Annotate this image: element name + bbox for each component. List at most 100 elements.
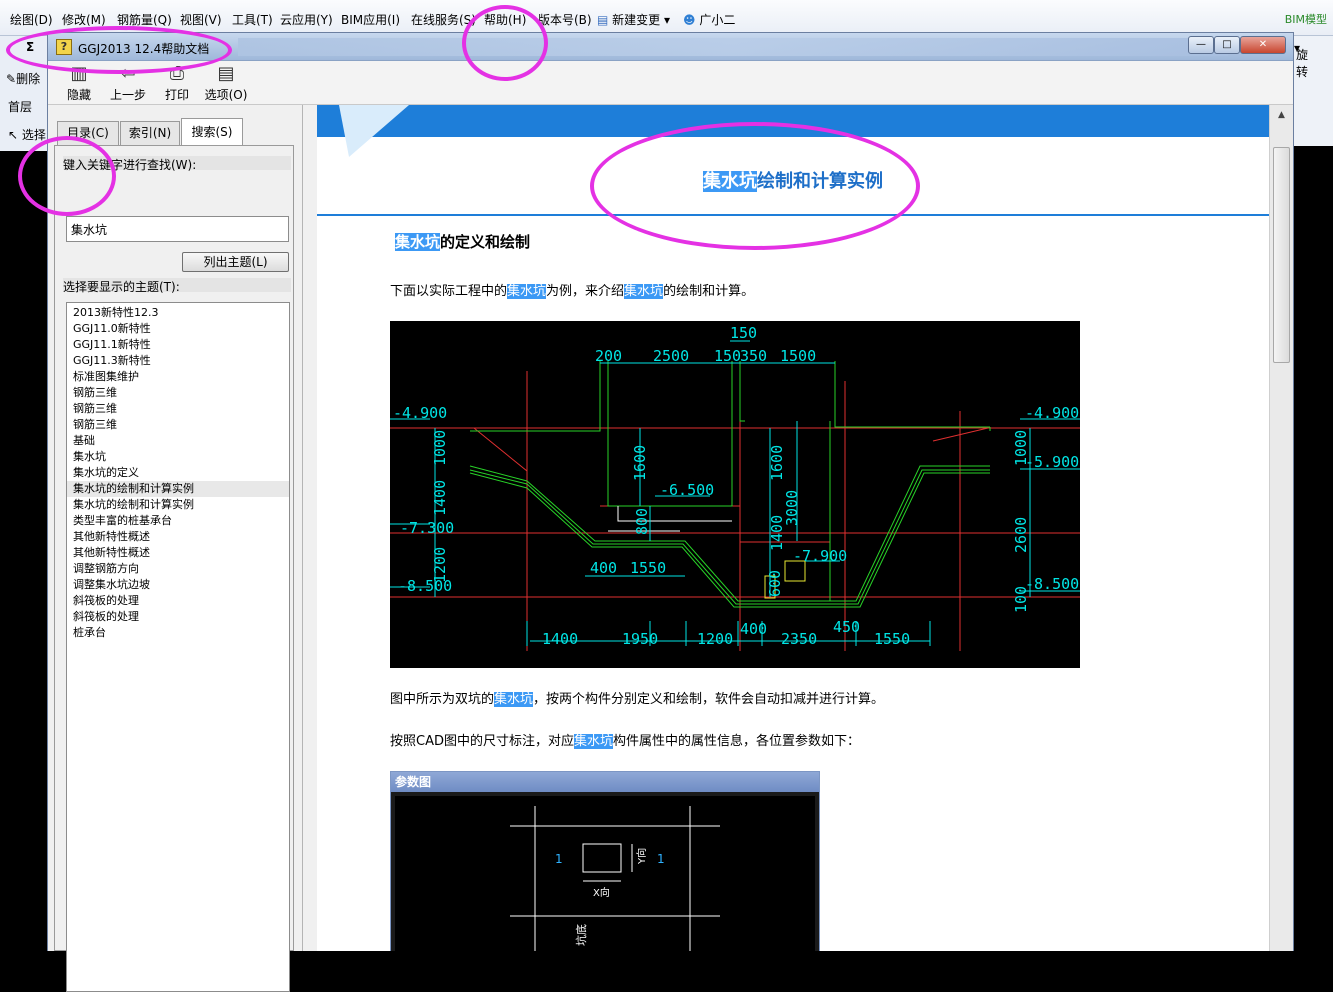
topics-label: 选择要显示的主题(T): <box>63 278 291 294</box>
close-button[interactable]: ✕ <box>1240 36 1286 54</box>
topic-list-item[interactable]: 标准图集维护 <box>67 369 289 385</box>
select-button[interactable]: ↖ 选择 <box>8 126 46 143</box>
floor-selector[interactable]: 首层 <box>8 98 32 115</box>
svg-text:350: 350 <box>740 347 767 365</box>
topic-list-item[interactable]: 斜筏板的处理 <box>67 609 289 625</box>
svg-text:2350: 2350 <box>781 630 817 648</box>
svg-text:1400: 1400 <box>768 515 786 551</box>
topic-list-item[interactable]: 钢筋三维 <box>67 401 289 417</box>
menu-tools[interactable]: 工具(T) <box>232 11 273 28</box>
menu-view[interactable]: 视图(V) <box>180 11 222 28</box>
svg-text:1400: 1400 <box>431 480 449 516</box>
svg-text:1200: 1200 <box>431 547 449 583</box>
topic-list-item[interactable]: 其他新特性概述 <box>67 529 289 545</box>
svg-text:2600: 2600 <box>1012 517 1030 553</box>
svg-text:-4.900: -4.900 <box>393 404 447 422</box>
topic-list-item[interactable]: 集水坑 <box>67 449 289 465</box>
svg-text:1000: 1000 <box>431 430 449 466</box>
paragraph-intro: 下面以实际工程中的集水坑为例，来介绍集水坑的绘制和计算。 <box>390 284 755 299</box>
topic-list-item[interactable]: 钢筋三维 <box>67 385 289 401</box>
menu-draw[interactable]: 绘图(D) <box>10 11 53 28</box>
list-topics-button[interactable]: 列出主题(L) <box>182 252 289 272</box>
topic-list-item[interactable]: 集水坑的绘制和计算实例 <box>67 481 289 497</box>
svg-text:1550: 1550 <box>630 559 666 577</box>
scroll-up-icon[interactable]: ▲ <box>1273 107 1290 123</box>
svg-text:800: 800 <box>633 508 651 535</box>
app-right-toolbar: 旋转 ▾ <box>1292 36 1333 146</box>
bim-model-label: BIM模型 <box>1284 13 1327 26</box>
pane-splitter[interactable] <box>303 105 317 951</box>
svg-text:200: 200 <box>595 347 622 365</box>
topic-list-item[interactable]: GGJ11.1新特性 <box>67 337 289 353</box>
svg-text:1500: 1500 <box>780 347 816 365</box>
menu-cloud[interactable]: 云应用(Y) <box>280 11 333 28</box>
menu-version[interactable]: 版本号(B) <box>538 11 592 28</box>
delete-button[interactable]: ✎删除 <box>6 70 40 87</box>
pit-bottom-label: 坑底 <box>574 924 588 946</box>
blurred-taskbar-strip <box>238 38 1228 56</box>
paragraph-double-pit: 图中所示为双坑的集水坑，按两个构件分别定义和绘制，软件会自动扣减并进行计算。 <box>390 692 885 707</box>
search-tab-panel: 键入关键字进行查找(W): 列出主题(L) 选择要显示的主题(T): 2013新… <box>54 145 294 992</box>
topic-list-item[interactable]: GGJ11.3新特性 <box>67 353 289 369</box>
guangxiaoer-button[interactable]: ☻ 广小二 <box>683 11 735 28</box>
options-button[interactable]: ▤ 选项(O) <box>204 64 248 103</box>
topic-list-item[interactable]: GGJ11.0新特性 <box>67 321 289 337</box>
topic-list-item[interactable]: 钢筋三维 <box>67 417 289 433</box>
window-titlebar[interactable]: ? GGJ2013 12.4帮助文档 — □ ✕ <box>48 33 1293 61</box>
svg-text:150: 150 <box>714 347 741 365</box>
help-toolbar: ▥ 隐藏 ⇦ 上一步 ⎙ 打印 ▤ 选项(O) <box>48 61 1293 105</box>
vertical-scrollbar[interactable]: ▲ <box>1269 105 1293 951</box>
assistant-icon: ☻ <box>683 13 696 27</box>
topic-list-item[interactable]: 桩承台 <box>67 625 289 641</box>
svg-text:600: 600 <box>766 570 784 597</box>
svg-text:-7.900: -7.900 <box>793 547 847 565</box>
options-icon: ▤ <box>217 63 235 84</box>
minimize-button[interactable]: — <box>1188 36 1214 54</box>
svg-text:2500: 2500 <box>653 347 689 365</box>
annotation-circle <box>590 122 920 250</box>
new-change-button[interactable]: ▤ 新建变更 ▾ <box>597 11 670 28</box>
topic-list-item[interactable]: 2013新特性12.3 <box>67 305 289 321</box>
svg-text:450: 450 <box>833 618 860 636</box>
maximize-button[interactable]: □ <box>1214 36 1240 54</box>
svg-text:-5.900: -5.900 <box>1025 453 1079 471</box>
parameter-figure-title: 参数图 <box>391 772 819 792</box>
app-menu-bar: 绘图(D) 修改(M) 钢筋量(Q) 视图(V) 工具(T) 云应用(Y) BI… <box>0 0 1333 36</box>
svg-text:1400: 1400 <box>542 630 578 648</box>
parameter-figure: 参数图 1 1 Y向 X向 坑底 <box>390 771 820 951</box>
svg-text:-8.500: -8.500 <box>1025 575 1079 593</box>
rotate-button[interactable]: 旋转 ▾ <box>1294 41 1308 79</box>
svg-text:1200: 1200 <box>697 630 733 648</box>
y-direction-label: Y向 <box>635 848 648 865</box>
topic-list-item[interactable]: 集水坑的定义 <box>67 465 289 481</box>
svg-text:1600: 1600 <box>768 445 786 481</box>
svg-text:1550: 1550 <box>874 630 910 648</box>
svg-text:1950: 1950 <box>622 630 658 648</box>
topic-list-item[interactable]: 基础 <box>67 433 289 449</box>
topic-list-item[interactable]: 调整钢筋方向 <box>67 561 289 577</box>
navigation-pane: 目录(C) 索引(N) 搜索(S) 键入关键字进行查找(W): 列出主题(L) … <box>48 105 303 992</box>
paragraph-params: 按照CAD图中的尺寸标注，对应集水坑构件属性中的属性信息，各位置参数如下： <box>390 734 861 749</box>
keyword-input[interactable] <box>66 216 289 242</box>
svg-text:150: 150 <box>730 324 757 342</box>
tab-search[interactable]: 搜索(S) <box>181 118 243 146</box>
svg-text:1600: 1600 <box>631 445 649 481</box>
tab-index[interactable]: 索引(N) <box>120 121 180 145</box>
topic-list-item[interactable]: 其他新特性概述 <box>67 545 289 561</box>
svg-text:100: 100 <box>1012 586 1030 613</box>
topic-list-item[interactable]: 类型丰富的桩基承台 <box>67 513 289 529</box>
x-direction-label: X向 <box>593 886 610 899</box>
scroll-thumb[interactable] <box>1273 147 1290 363</box>
topic-list-item[interactable]: 集水坑的绘制和计算实例 <box>67 497 289 513</box>
svg-text:400: 400 <box>590 559 617 577</box>
topic-list-item[interactable]: 调整集水坑边坡 <box>67 577 289 593</box>
cad-drawing: 150 200 2500 150 350 1500 1400 1950 1200… <box>390 321 1080 668</box>
svg-text:-4.900: -4.900 <box>1025 404 1079 422</box>
topic-list-item[interactable]: 斜筏板的处理 <box>67 593 289 609</box>
svg-text:-6.500: -6.500 <box>660 481 714 499</box>
svg-text:400: 400 <box>740 620 767 638</box>
section-heading: 集水坑的定义和绘制 <box>395 233 531 251</box>
svg-text:1000: 1000 <box>1012 430 1030 466</box>
menu-bim[interactable]: BIM应用(I) <box>341 11 400 28</box>
topics-list[interactable]: 2013新特性12.3 GGJ11.0新特性 GGJ11.1新特性 GGJ11.3新特… <box>66 302 290 992</box>
